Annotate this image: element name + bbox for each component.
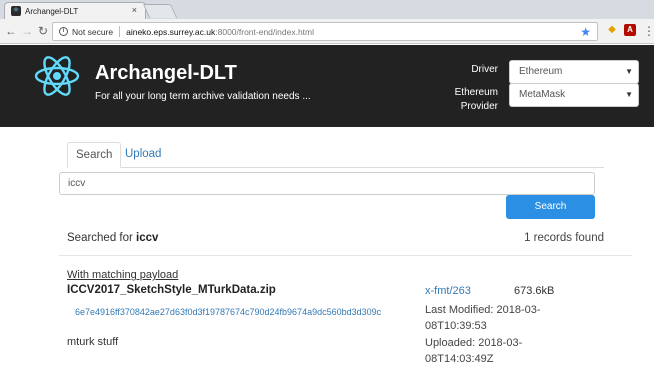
chevron-down-icon: ▼ (625, 67, 633, 76)
url-host: aineko.eps.surrey.ac.uk (126, 26, 216, 37)
driver-select-value: Ethereum (519, 66, 563, 77)
address-bar[interactable]: i Not secure aineko.eps.surrey.ac.uk :80… (52, 22, 598, 41)
tab-upload[interactable]: Upload (117, 142, 169, 168)
atom-logo-icon (34, 56, 80, 96)
provider-select[interactable]: MetaMask ▼ (509, 83, 639, 107)
browser-tabstrip: ⚛ Archangel-DLT × (0, 0, 654, 19)
browser-toolbar: ← → ↻ i Not secure aineko.eps.surrey.ac.… (0, 19, 654, 44)
browser-menu-icon[interactable]: ⋮ (643, 23, 654, 39)
result-description: mturk stuff (67, 336, 119, 348)
results-divider (59, 255, 632, 256)
bookmark-star-icon[interactable]: ★ (580, 24, 591, 40)
reload-icon[interactable]: ↻ (36, 23, 50, 39)
app-tagline: For all your long term archive validatio… (95, 91, 311, 102)
back-arrow-icon[interactable]: ← (4, 23, 18, 39)
result-uploaded: Uploaded: 2018-03-08T14:03:49Z (425, 337, 523, 365)
search-input[interactable]: iccv (59, 172, 595, 195)
provider-label-line2: Provider (460, 101, 498, 112)
info-icon[interactable]: i (59, 27, 68, 36)
extension-pdf-icon[interactable]: A (624, 24, 636, 36)
result-format-link[interactable]: x-fmt/263 (425, 285, 471, 297)
main-tabs: Search Upload (67, 142, 604, 168)
browser-tab[interactable]: ⚛ Archangel-DLT × (4, 2, 146, 19)
tab-search[interactable]: Search (67, 142, 122, 168)
forward-arrow-icon[interactable]: → (20, 23, 34, 39)
result-filename: ICCV2017_SketchStyle_MTurkData.zip (67, 284, 276, 296)
url-path: :8000/front-end/index.html (215, 26, 315, 37)
searched-term: iccv (136, 232, 159, 244)
searched-for-text: Searched for iccv (67, 232, 158, 244)
extension-fox-icon[interactable]: ◆ (606, 24, 618, 36)
match-type-label: With matching payload (67, 269, 179, 281)
result-hash-link[interactable]: 6e7e4916ff370842ae27d63f0d3f19787674c790… (75, 307, 381, 317)
app-title: Archangel-DLT (95, 62, 237, 84)
browser-tab-title: Archangel-DLT (25, 6, 79, 16)
search-button[interactable]: Search (506, 195, 595, 219)
searched-prefix: Searched for (67, 232, 137, 244)
address-separator (119, 26, 121, 37)
result-last-modified: Last Modified: 2018-03-08T10:39:53 (425, 304, 541, 332)
chevron-down-icon: ▼ (625, 90, 633, 99)
records-found-count: 1 records found (524, 232, 604, 244)
close-tab-icon[interactable]: × (132, 5, 137, 15)
provider-label: Ethereum Provider (440, 86, 498, 114)
provider-select-value: MetaMask (519, 89, 566, 100)
driver-select[interactable]: Ethereum ▼ (509, 60, 639, 84)
result-file-size: 673.6kB (514, 285, 555, 297)
provider-label-line1: Ethereum (454, 87, 498, 98)
driver-label: Driver (471, 64, 498, 75)
new-tab-button[interactable] (142, 4, 178, 18)
atom-favicon-icon: ⚛ (11, 6, 21, 16)
security-status: Not secure (72, 26, 114, 37)
